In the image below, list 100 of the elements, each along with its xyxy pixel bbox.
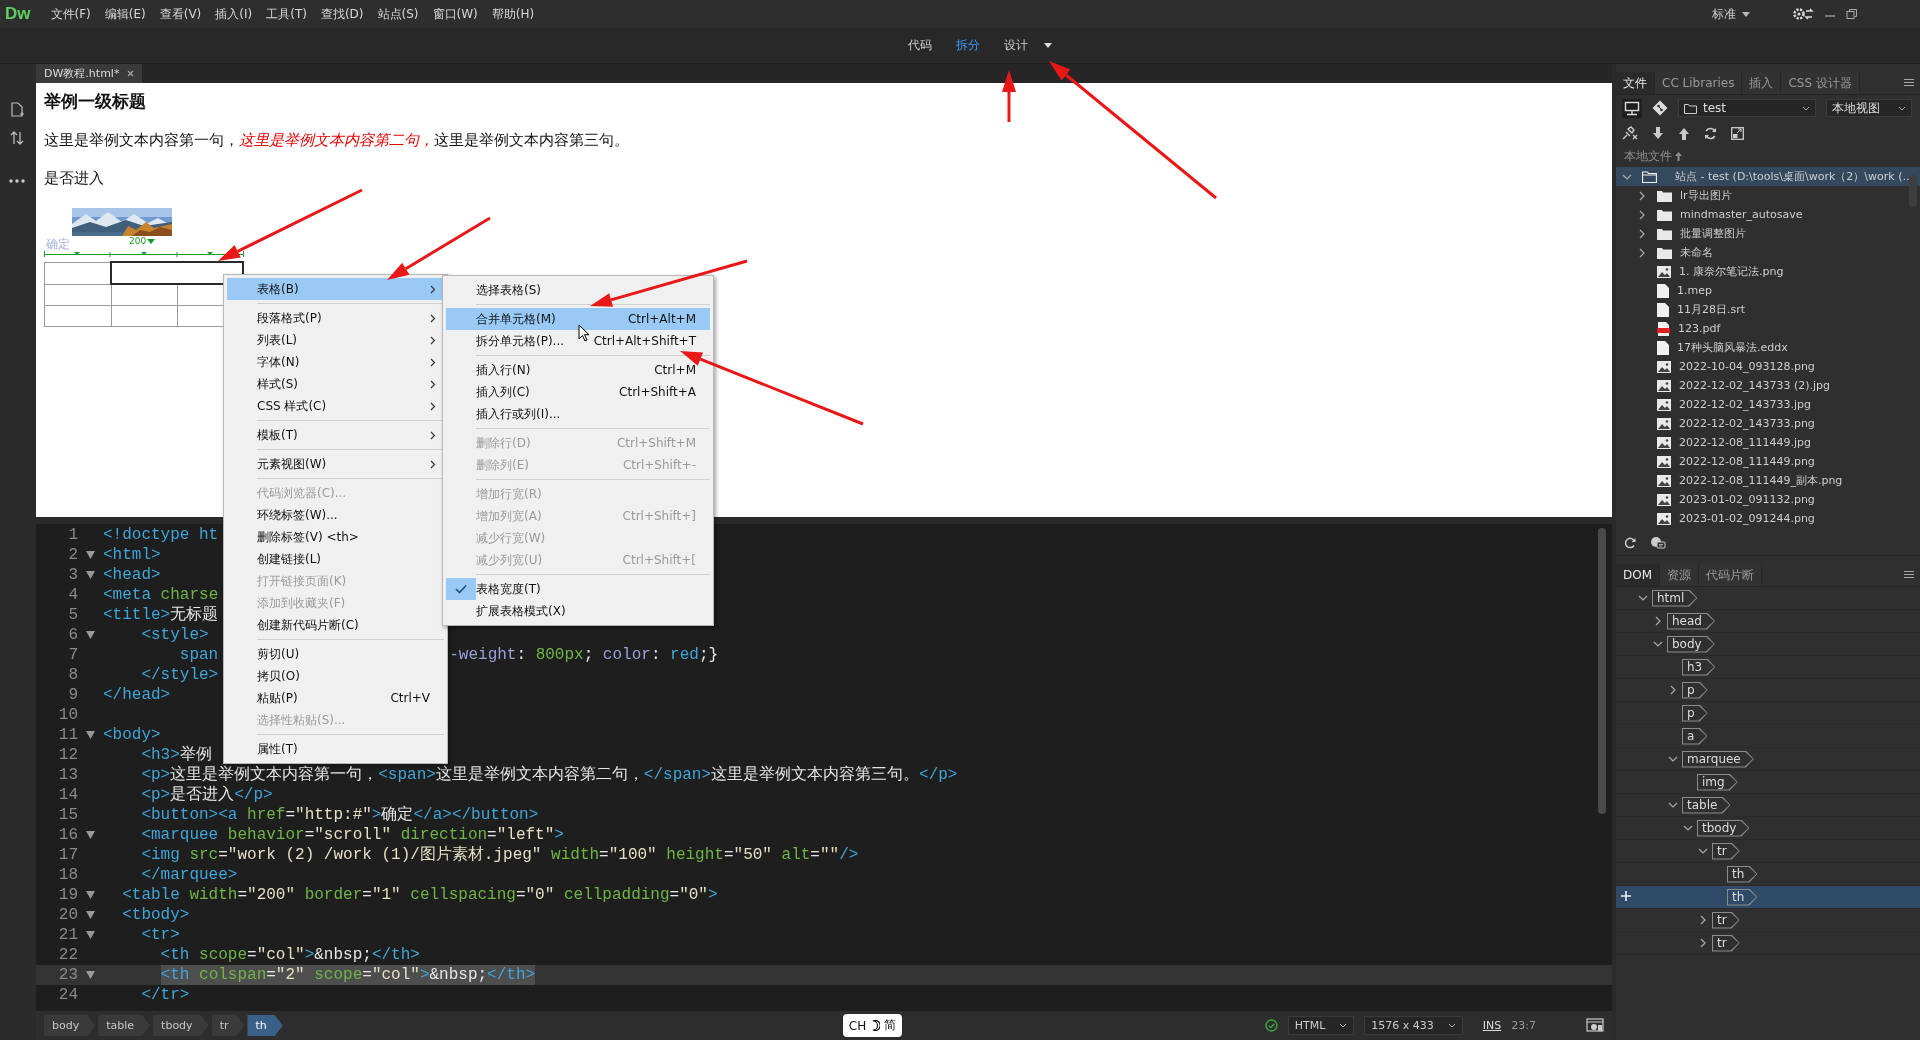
menu-item[interactable]: 扩展表格模式(X) xyxy=(446,600,710,622)
menu-item[interactable]: 粘贴(P) Ctrl+V xyxy=(227,687,444,709)
file-row[interactable]: 1. 康奈尔笔记法.png xyxy=(1616,262,1920,281)
menu-title[interactable]: 插入(I) xyxy=(215,3,253,25)
expand-icon[interactable] xyxy=(1731,126,1744,140)
fold-icon[interactable] xyxy=(86,831,95,839)
chevron-down-icon[interactable] xyxy=(1668,754,1678,764)
table-width-label[interactable]: 200 xyxy=(128,236,157,246)
panel-tab[interactable]: 文件 xyxy=(1616,72,1655,94)
dom-tree-row[interactable]: table xyxy=(1616,794,1920,817)
menu-item[interactable]: CSS 样式(C) xyxy=(227,395,444,417)
panel-tab[interactable]: DOM xyxy=(1616,564,1661,586)
tag-selector-item[interactable]: body xyxy=(44,1015,96,1036)
preview-icon[interactable] xyxy=(1586,1018,1604,1033)
plus-icon[interactable] xyxy=(1620,890,1632,902)
dom-tree-row[interactable]: img xyxy=(1616,771,1920,794)
table-cell[interactable] xyxy=(111,305,177,327)
menu-item[interactable]: 段落格式(P) xyxy=(227,307,444,329)
menu-item[interactable]: 插入列(C) Ctrl+Shift+A xyxy=(446,381,710,403)
file-row[interactable]: 1.mep xyxy=(1616,281,1920,300)
file-row[interactable]: mindmaster_autosave xyxy=(1616,205,1920,224)
dom-tree-row[interactable]: html xyxy=(1616,587,1920,610)
table-cell[interactable] xyxy=(44,262,111,284)
file-row[interactable]: 11月28日.srt xyxy=(1616,300,1920,319)
menu-title[interactable]: 站点(S) xyxy=(377,3,419,25)
menu-item[interactable]: 合并单元格(M) Ctrl+Alt+M xyxy=(446,308,710,330)
tag-chip[interactable]: html xyxy=(1652,589,1698,607)
menu-item[interactable]: 选择表格(S) xyxy=(446,279,710,301)
file-row[interactable]: 2022-12-08_111449.png xyxy=(1616,452,1920,471)
menu-item[interactable]: 样式(S) xyxy=(227,373,444,395)
column-header[interactable]: 本地文件 xyxy=(1624,147,1672,165)
chevron-right-icon[interactable] xyxy=(1637,190,1647,201)
view-tab[interactable]: 设计 xyxy=(1004,35,1028,56)
view-tab[interactable]: 代码 xyxy=(908,35,932,56)
download-icon[interactable] xyxy=(1652,126,1664,140)
menu-title[interactable]: 查找(D) xyxy=(320,3,364,25)
file-row[interactable]: 2022-12-02_143733.jpg xyxy=(1616,395,1920,414)
menu-title[interactable]: 文件(F) xyxy=(50,3,91,25)
fold-icon[interactable] xyxy=(86,571,95,579)
fold-icon[interactable] xyxy=(86,891,95,899)
tag-chip[interactable]: th xyxy=(1727,865,1758,883)
tag-chip[interactable]: tbody xyxy=(1697,819,1750,837)
menu-item[interactable]: 创建新代码片断(C) xyxy=(227,614,444,636)
tag-chip[interactable]: p xyxy=(1682,681,1708,699)
tag-chip[interactable]: img xyxy=(1697,773,1738,791)
view-tab[interactable]: 拆分 xyxy=(956,35,980,56)
menu-item[interactable]: 字体(N) xyxy=(227,351,444,373)
menu-title[interactable]: 工具(T) xyxy=(266,3,307,25)
restore-icon[interactable] xyxy=(1846,8,1858,20)
chevron-right-icon[interactable] xyxy=(1637,228,1647,239)
menu-item[interactable]: 拆分单元格(P)... Ctrl+Alt+Shift+T xyxy=(446,330,710,352)
file-row[interactable]: 2022-12-08_111449.jpg xyxy=(1616,433,1920,452)
file-row[interactable]: 2023-01-02_091244.png xyxy=(1616,509,1920,528)
tag-chip[interactable]: h3 xyxy=(1682,658,1716,676)
dom-tree-row[interactable]: head xyxy=(1616,610,1920,633)
chevron-down-icon[interactable] xyxy=(1668,800,1678,810)
fold-icon[interactable] xyxy=(86,551,95,559)
site-dropdown[interactable]: test xyxy=(1678,99,1816,117)
menu-item[interactable]: 环绕标签(W)... xyxy=(227,504,444,526)
menu-item[interactable]: 模板(T) xyxy=(227,424,444,446)
disconnect-icon[interactable] xyxy=(1622,126,1638,140)
fold-icon[interactable] xyxy=(86,931,95,939)
refresh-icon[interactable] xyxy=(1624,537,1636,549)
document-type-dropdown[interactable]: HTML xyxy=(1287,1016,1355,1035)
chevron-right-icon[interactable] xyxy=(1698,915,1708,925)
tag-selector-item[interactable]: table xyxy=(98,1015,151,1036)
window-size-dropdown[interactable]: 1576 x 433 xyxy=(1364,1016,1463,1035)
insert-mode[interactable]: INS xyxy=(1482,1019,1502,1032)
fold-icon[interactable] xyxy=(86,631,95,639)
table-cell[interactable] xyxy=(111,284,177,306)
menu-item[interactable]: 元素视图(W) xyxy=(227,453,444,475)
menu-title[interactable]: 编辑(E) xyxy=(104,3,146,25)
close-icon[interactable] xyxy=(127,70,135,77)
table-cell[interactable] xyxy=(44,284,111,306)
tag-chip[interactable]: head xyxy=(1667,612,1715,630)
chevron-down-icon[interactable] xyxy=(1653,639,1663,649)
tag-chip[interactable]: p xyxy=(1682,704,1708,722)
file-icon[interactable] xyxy=(10,102,24,118)
git-icon[interactable] xyxy=(1652,100,1668,116)
tag-selector-item[interactable]: tr xyxy=(211,1015,245,1036)
tag-chip[interactable]: tr xyxy=(1712,934,1740,952)
table-cell[interactable] xyxy=(44,305,111,327)
tag-chip[interactable]: table xyxy=(1682,796,1731,814)
menu-title[interactable]: 查看(V) xyxy=(159,3,202,25)
chevron-right-icon[interactable] xyxy=(1668,685,1678,695)
chevron-right-icon[interactable] xyxy=(1698,938,1708,948)
dom-tree-row[interactable]: th xyxy=(1616,886,1920,909)
chevron-down-icon[interactable] xyxy=(1638,593,1648,603)
file-row[interactable]: 2022-12-08_111449_副本.png xyxy=(1616,471,1920,490)
workspace-dropdown[interactable]: 标准 xyxy=(1706,4,1756,24)
menu-item[interactable]: 插入行或列(I)... xyxy=(446,403,710,425)
gear-icon[interactable] xyxy=(1792,7,1814,21)
menu-item[interactable]: 属性(T) xyxy=(227,738,444,760)
dom-tree-row[interactable]: tr xyxy=(1616,840,1920,863)
file-row[interactable]: 123.pdf xyxy=(1616,319,1920,338)
table-cell[interactable] xyxy=(111,262,243,284)
menu-icon[interactable] xyxy=(1904,571,1914,579)
menu-item[interactable]: 表格(B) xyxy=(227,278,444,300)
scrollbar[interactable] xyxy=(1598,528,1606,814)
fold-icon[interactable] xyxy=(86,971,95,979)
